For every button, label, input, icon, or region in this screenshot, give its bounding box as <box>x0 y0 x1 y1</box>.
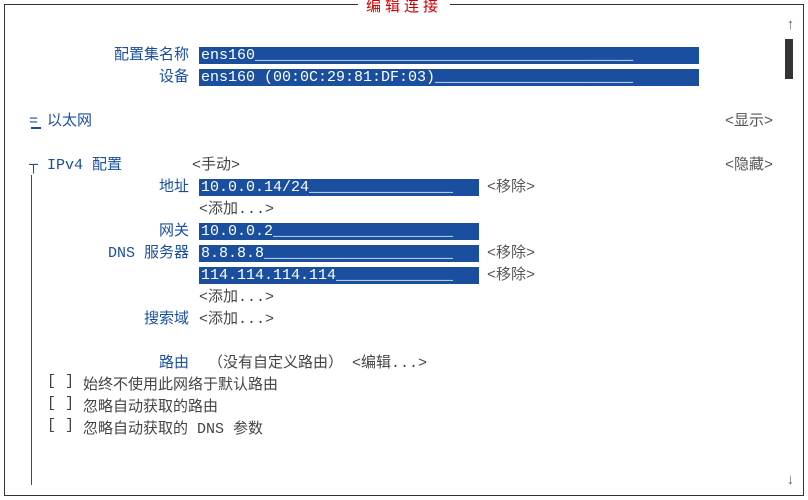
ignore-auto-dns-label: 忽略自动获取的 DNS 参数 <box>83 417 263 439</box>
gateway-label: 网关 <box>29 219 199 240</box>
dns-label: DNS 服务器 <box>29 241 199 262</box>
route-label: 路由 <box>29 351 199 372</box>
ethernet-show-button[interactable]: <显示> <box>717 109 773 130</box>
scrollbar-thumb[interactable] <box>785 39 793 79</box>
dns2-input[interactable]: 114.114.114.114_____________ <box>199 267 479 284</box>
edit-connection-window: 编辑连接 ↑ ↓ 配置集名称 ens160___________________… <box>4 4 804 496</box>
address-label: 地址 <box>29 175 199 196</box>
ethernet-section-label: 以太网 <box>47 109 92 130</box>
ipv4-section-label: IPv4 配置 <box>47 153 122 174</box>
never-default-label: 始终不使用此网络于默认路由 <box>83 373 278 395</box>
search-domain-label: 搜索域 <box>29 307 199 328</box>
scroll-up-arrow-icon[interactable]: ↑ <box>786 17 795 34</box>
profile-name-label: 配置集名称 <box>29 43 199 64</box>
address-add-button[interactable]: <添加...> <box>199 197 274 218</box>
address-remove-button[interactable]: <移除> <box>479 175 535 196</box>
route-edit-button[interactable]: <编辑...> <box>352 351 427 372</box>
title-bar: 编辑连接 <box>5 0 803 16</box>
search-domain-add-button[interactable]: <添加...> <box>199 307 274 328</box>
never-default-checkbox[interactable]: [ ] <box>47 373 83 395</box>
ipv4-hide-button[interactable]: <隐藏> <box>717 153 773 174</box>
scroll-down-arrow-icon[interactable]: ↓ <box>786 472 795 489</box>
device-label: 设备 <box>29 65 199 86</box>
route-status: （没有自定义路由） <box>199 351 352 372</box>
device-input[interactable]: ens160 (00:0C:29:81:DF:03)______________… <box>199 69 699 86</box>
window-title: 编辑连接 <box>358 0 450 16</box>
tree-connector <box>31 127 41 129</box>
gateway-input[interactable]: 10.0.0.2____________________ <box>199 223 479 240</box>
dns1-input[interactable]: 8.8.8.8_____________________ <box>199 245 479 262</box>
tree-line <box>31 175 32 485</box>
ignore-auto-routes-label: 忽略自动获取的路由 <box>83 395 218 417</box>
dns1-remove-button[interactable]: <移除> <box>479 241 535 262</box>
dns-add-button[interactable]: <添加...> <box>199 285 274 306</box>
address-input[interactable]: 10.0.0.14/24________________ <box>199 179 479 196</box>
ipv4-mode-select[interactable]: <手动> <box>192 153 240 174</box>
profile-name-input[interactable]: ens160__________________________________… <box>199 47 699 64</box>
ignore-auto-dns-checkbox[interactable]: [ ] <box>47 417 83 439</box>
ignore-auto-routes-checkbox[interactable]: [ ] <box>47 395 83 417</box>
dns2-remove-button[interactable]: <移除> <box>479 263 535 284</box>
ipv4-mark-icon: ┬ <box>29 157 47 174</box>
